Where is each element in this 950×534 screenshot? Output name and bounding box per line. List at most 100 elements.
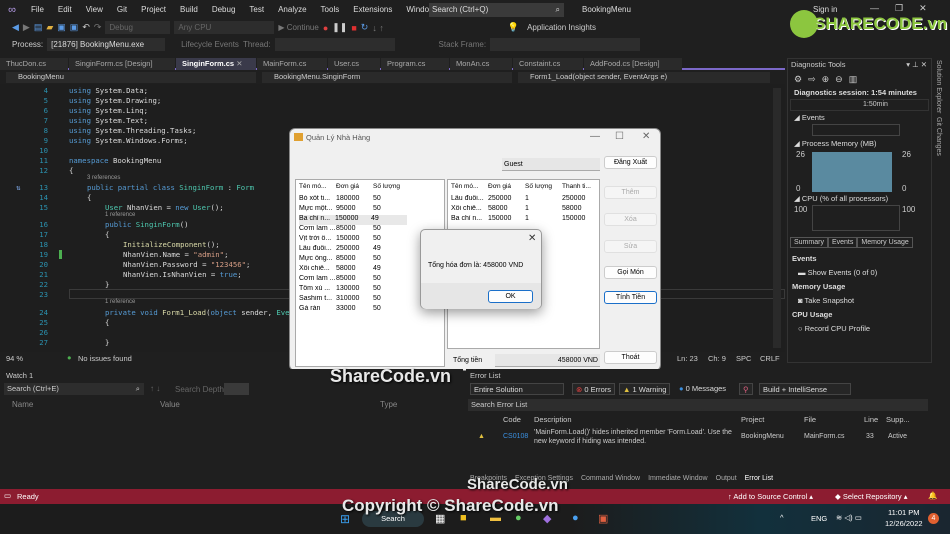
file-explorer-icon[interactable]: ▬ <box>490 512 501 524</box>
column-header[interactable]: Số lượng <box>525 183 562 193</box>
hot-reload-icon[interactable]: ● <box>323 23 328 33</box>
network-volume-battery-icons[interactable]: ≋ ◁) ▭ <box>836 513 862 522</box>
line-ending-indicator[interactable]: CRLF <box>760 354 780 363</box>
platform-dropdown[interactable]: Any CPU <box>174 21 275 34</box>
menu-row[interactable]: Gà rán 33000 50 <box>299 305 410 315</box>
git-changes-tab[interactable]: Git Changes <box>933 115 944 158</box>
tab-singinform[interactable]: SinginForm.cs ✕ <box>176 58 256 70</box>
menu-test[interactable]: Test <box>242 5 271 14</box>
search-input[interactable]: Search (Ctrl+Q) ⌕ <box>429 3 564 17</box>
order-row[interactable]: Xôi chiê... 58000 1 58000 <box>451 205 599 215</box>
redo-icon[interactable]: ↷ <box>94 22 102 33</box>
tab-summary[interactable]: Summary <box>790 237 828 248</box>
error-code-link[interactable]: CS0108 <box>503 433 528 440</box>
thread-dropdown[interactable] <box>274 37 395 51</box>
class-dropdown[interactable]: BookingMenu.SinginForm <box>262 72 512 83</box>
tab-user[interactable]: User.cs <box>328 58 380 70</box>
tab-constaint[interactable]: Constaint.cs <box>513 58 583 70</box>
reset-view-icon[interactable]: ▥ <box>849 74 864 84</box>
app-minimize-icon[interactable]: — <box>590 131 600 142</box>
column-project[interactable]: Project <box>741 415 764 424</box>
clock-date[interactable]: 12/26/2022 <box>885 519 923 528</box>
tab-exception-settings[interactable]: Exception Settings <box>515 475 573 482</box>
app-icon[interactable]: ● <box>572 512 579 524</box>
windows-start-icon[interactable]: ⊞ <box>340 512 350 526</box>
column-header[interactable]: Đơn giá <box>488 183 525 193</box>
take-snapshot-button[interactable]: ◙ Take Snapshot <box>788 293 931 308</box>
column-file[interactable]: File <box>804 415 816 424</box>
step-icons[interactable]: ↓ ↑ <box>372 23 384 33</box>
error-row[interactable]: ▲ CS0108 'MainForm.Load()' hides inherit… <box>468 427 928 449</box>
tab-memory-usage[interactable]: Memory Usage <box>857 237 913 248</box>
stop-icon[interactable]: ■ <box>351 23 356 33</box>
checkout-button[interactable]: Tính Tiền <box>604 291 657 304</box>
taskbar-search[interactable]: Search <box>362 511 424 527</box>
ok-button[interactable]: OK <box>488 290 533 303</box>
zoom-out-icon[interactable]: ⊖ <box>835 74 849 84</box>
order-row[interactable]: Lẩu đuôi... 250000 1 250000 <box>451 195 599 205</box>
column-description[interactable]: Description <box>534 415 572 424</box>
menu-row[interactable]: Ba chỉ n... 150000 49 <box>299 215 407 225</box>
continue-button[interactable]: ▶ Continue <box>278 23 318 32</box>
menu-row[interactable]: Mực một... 95000 50 <box>299 205 410 215</box>
menu-row[interactable]: Cơm lam ... 85000 50 <box>299 275 410 285</box>
column-line[interactable]: Line <box>864 415 878 424</box>
menu-view[interactable]: View <box>79 5 110 14</box>
close-tab-icon[interactable]: ✕ <box>236 59 242 68</box>
process-dropdown[interactable]: [21876] BookingMenu.exe <box>47 37 166 51</box>
editor-scrollbar[interactable] <box>773 88 781 348</box>
browser-icon[interactable]: ● <box>515 512 522 524</box>
record-cpu-profile-button[interactable]: ○ Record CPU Profile <box>788 321 931 336</box>
running-app-icon[interactable]: ▣ <box>598 512 608 525</box>
tab-singinform-design[interactable]: SinginForm.cs [Design] <box>69 58 175 70</box>
open-folder-icon[interactable]: ▰ <box>46 22 53 33</box>
stack-frame-dropdown[interactable] <box>490 37 641 51</box>
watch-column-name[interactable]: Name <box>12 400 33 409</box>
tab-mainform[interactable]: MainForm.cs <box>257 58 327 70</box>
timeline-ruler[interactable]: 1:50min <box>790 99 929 111</box>
column-indicator[interactable]: Ch: 9 <box>708 354 726 363</box>
tab-command-window[interactable]: Command Window <box>581 475 640 482</box>
delete-button[interactable]: Xóa <box>604 213 657 226</box>
column-code[interactable]: Code <box>503 415 521 424</box>
menu-row[interactable]: Bò xốt ti... 180000 50 <box>299 195 410 205</box>
spacing-indicator[interactable]: SPC <box>736 354 751 363</box>
visual-studio-icon[interactable]: ◆ <box>543 512 551 525</box>
scope-dropdown[interactable]: Entire Solution <box>470 383 564 395</box>
menu-row[interactable]: Cơm lam ... 85000 50 <box>299 225 410 235</box>
error-search-input[interactable]: Search Error List <box>468 399 928 411</box>
tab-program[interactable]: Program.cs <box>381 58 449 70</box>
add-source-control-button[interactable]: ↑ Add to Source Control ▴ <box>728 492 813 501</box>
language-indicator[interactable]: ENG <box>811 514 827 523</box>
save-all-icon[interactable]: ▣ <box>70 22 79 33</box>
column-header[interactable]: Đơn giá <box>336 183 373 193</box>
line-indicator[interactable]: Ln: 23 <box>677 354 698 363</box>
restart-icon[interactable]: ↻ <box>361 22 369 33</box>
message-close-icon[interactable]: ✕ <box>528 233 536 244</box>
build-filter-dropdown[interactable]: Build + IntelliSense <box>759 383 851 395</box>
tab-immediate-window[interactable]: Immediate Window <box>648 475 708 482</box>
menu-row[interactable]: Xôi chiê... 58000 49 <box>299 265 410 275</box>
notification-badge[interactable]: 4 <box>928 513 939 524</box>
tab-output[interactable]: Output <box>716 475 737 482</box>
export-icon[interactable]: ⇨ <box>808 74 822 84</box>
menu-edit[interactable]: Edit <box>51 5 79 14</box>
menu-row[interactable]: Lẩu đuôi... 250000 49 <box>299 245 410 255</box>
menu-row[interactable]: Mực ống... 85000 50 <box>299 255 410 265</box>
tab-thucdon[interactable]: ThucDon.cs <box>0 58 68 70</box>
back-icon[interactable]: ◀ <box>12 22 19 33</box>
tab-error-list[interactable]: Error List <box>745 475 773 482</box>
warnings-filter-button[interactable]: ▲ 1 Warning <box>619 383 671 395</box>
clock-time[interactable]: 11:01 PM <box>888 508 920 517</box>
messages-filter-button[interactable]: ● 0 Messages <box>676 383 729 395</box>
tab-monan[interactable]: MonAn.cs <box>450 58 512 70</box>
tray-chevron-icon[interactable]: ^ <box>780 513 784 522</box>
menu-debug[interactable]: Debug <box>205 5 243 14</box>
column-header[interactable]: Tên mó... <box>299 183 336 193</box>
order-row[interactable]: Ba chỉ n... 150000 1 150000 <box>451 215 599 225</box>
zoom-in-icon[interactable]: ⊕ <box>822 74 836 84</box>
logout-button[interactable]: Đăng Xuất <box>604 156 657 169</box>
watch-column-value[interactable]: Value <box>160 400 180 409</box>
zoom-level-dropdown[interactable]: 94 % <box>6 354 23 363</box>
app-close-icon[interactable]: ✕ <box>642 131 650 142</box>
